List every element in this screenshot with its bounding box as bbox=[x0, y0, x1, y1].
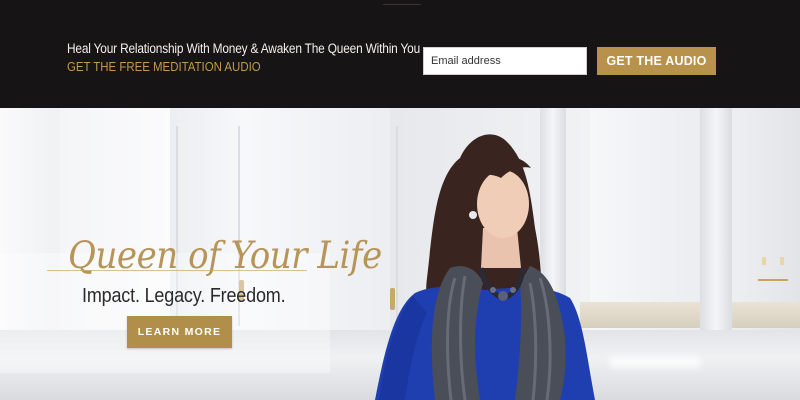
floor-reflection bbox=[610, 356, 700, 368]
promo-headline: Heal Your Relationship With Money & Awak… bbox=[67, 41, 421, 56]
hero-portrait bbox=[375, 134, 595, 400]
get-audio-button[interactable]: GET THE AUDIO bbox=[597, 47, 716, 75]
top-divider bbox=[383, 4, 421, 5]
email-field[interactable] bbox=[423, 47, 587, 75]
promo-subheadline: GET THE FREE MEDITATION AUDIO bbox=[67, 59, 261, 74]
learn-more-button[interactable]: LEARN MORE bbox=[127, 316, 232, 348]
hero-tagline: Impact. Legacy. Freedom. bbox=[82, 285, 286, 307]
title-underline bbox=[47, 270, 307, 271]
top-bar: Heal Your Relationship With Money & Awak… bbox=[0, 0, 800, 108]
promo-block: Heal Your Relationship With Money & Awak… bbox=[67, 41, 468, 74]
wall-sconce bbox=[758, 257, 788, 281]
